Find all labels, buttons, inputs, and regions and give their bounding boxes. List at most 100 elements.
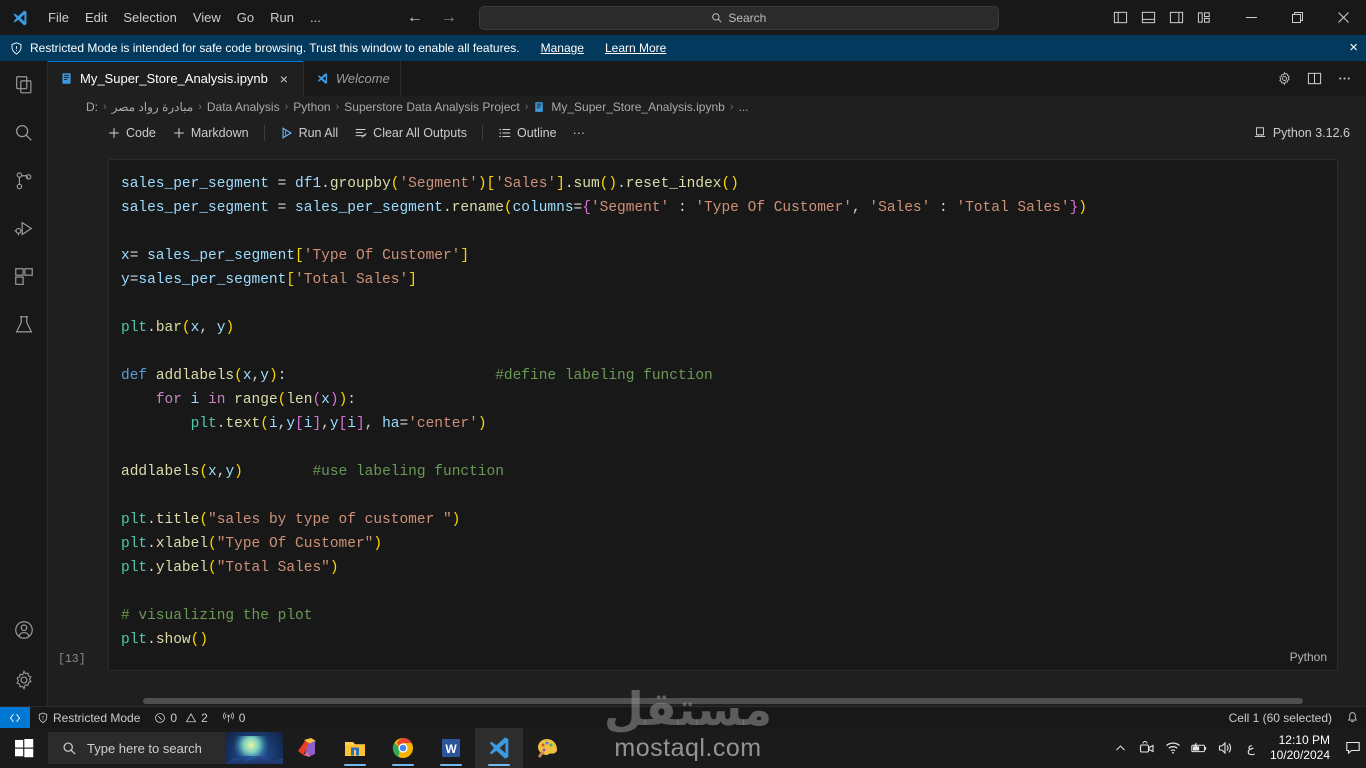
activity-search[interactable]	[0, 109, 48, 157]
menu-file[interactable]: File	[40, 6, 77, 30]
banner-learn-more-link[interactable]: Learn More	[605, 41, 666, 55]
activity-testing[interactable]	[0, 301, 48, 349]
taskbar-word-icon[interactable]: W	[427, 728, 475, 768]
activity-explorer[interactable]	[0, 61, 48, 109]
taskbar-office-icon[interactable]	[283, 728, 331, 768]
taskbar-paint-icon[interactable]	[523, 728, 571, 768]
window-restore-button[interactable]	[1274, 0, 1320, 35]
taskbar-clock[interactable]: 12:10 PM 10/20/2024	[1264, 728, 1340, 768]
status-restricted-mode[interactable]: Restricted Mode	[30, 707, 147, 729]
code-token: ()	[721, 176, 739, 192]
cell-language-badge[interactable]: Python	[1290, 650, 1327, 664]
clear-all-outputs-button[interactable]: Clear All Outputs	[347, 123, 474, 143]
code-line: for i in range(len(x)):	[121, 388, 1337, 412]
start-button[interactable]	[0, 728, 48, 768]
activity-extensions[interactable]	[0, 253, 48, 301]
outline-label: Outline	[516, 125, 557, 140]
search-icon	[712, 12, 722, 22]
tab-welcome[interactable]: Welcome	[303, 61, 401, 96]
chevron-right-icon: ›	[198, 101, 202, 113]
code-token: [	[286, 272, 296, 288]
menu-run[interactable]: Run	[262, 6, 302, 30]
window-close-button[interactable]	[1320, 0, 1366, 35]
code-token: )	[338, 392, 348, 408]
code-token: {	[582, 200, 591, 216]
volume-icon[interactable]	[1212, 728, 1238, 768]
show-hidden-icons-icon[interactable]	[1108, 728, 1134, 768]
banner-close-icon[interactable]: ×	[1349, 39, 1358, 57]
gear-icon	[15, 669, 32, 691]
status-ports[interactable]: 0	[215, 707, 253, 729]
split-editor-icon[interactable]	[1300, 65, 1328, 93]
taskbar-file-explorer-icon[interactable]	[331, 728, 379, 768]
breadcrumb-item-file[interactable]: My_Super_Store_Analysis.ipynb	[551, 100, 724, 114]
breadcrumb-item-project[interactable]: Superstore Data Analysis Project	[344, 100, 519, 114]
meet-now-icon[interactable]	[1134, 728, 1160, 768]
run-all-button[interactable]: Run All	[273, 123, 346, 143]
battery-charging-icon[interactable]	[1186, 728, 1212, 768]
code-token: 'Total Sales'	[956, 200, 1070, 216]
status-problems[interactable]: 0 2	[147, 707, 214, 729]
taskbar-chrome-icon[interactable]	[379, 728, 427, 768]
kernel-label: Python 3.12.6	[1272, 125, 1350, 140]
menu-edit[interactable]: Edit	[77, 6, 115, 30]
add-markdown-cell-button[interactable]: Markdown	[165, 123, 256, 143]
code-token: ]	[408, 272, 417, 288]
breadcrumb-item-folder-ar[interactable]: مبادرة رواد مصر	[112, 100, 194, 114]
cell-run-gutter[interactable]	[57, 160, 105, 670]
status-cell-selection[interactable]: Cell 1 (60 selected)	[1222, 707, 1339, 729]
menu-selection[interactable]: Selection	[115, 6, 184, 30]
language-indicator[interactable]: ع	[1238, 728, 1264, 768]
tab-notebook[interactable]: My_Super_Store_Analysis.ipynb ×	[48, 61, 304, 96]
menu-more[interactable]: ...	[302, 6, 329, 30]
menu-view[interactable]: View	[185, 6, 229, 30]
toolbar-more-button[interactable]: ···	[566, 123, 593, 143]
activity-settings[interactable]	[0, 654, 48, 706]
activity-accounts[interactable]	[0, 606, 48, 654]
taskbar-vscode-icon[interactable]	[475, 728, 523, 768]
code-token: .	[321, 176, 330, 192]
code-token: xlabel	[155, 536, 209, 552]
cell-code-editor[interactable]: sales_per_segment = df1.groupby('Segment…	[109, 160, 1337, 652]
notebook-icon	[62, 73, 71, 84]
code-cell[interactable]: sales_per_segment = df1.groupby('Segment…	[108, 159, 1338, 671]
activity-source-control[interactable]	[0, 157, 48, 205]
taskbar-search-box[interactable]: Type here to search	[48, 732, 283, 764]
cell-horizontal-scrollbar[interactable]	[108, 696, 1338, 706]
customize-layout-icon[interactable]	[1190, 3, 1218, 33]
breadcrumb-item-more[interactable]: ...	[738, 100, 748, 114]
menu-bar: File Edit Selection View Go Run ...	[40, 6, 329, 30]
notifications-icon[interactable]	[1340, 728, 1366, 768]
notebook-cell-wrapper: sales_per_segment = df1.groupby('Segment…	[58, 159, 1338, 706]
search-icon	[63, 741, 76, 755]
notebook-settings-icon[interactable]	[1270, 65, 1298, 93]
command-center-search[interactable]: Search	[478, 5, 999, 30]
toggle-secondary-sidebar-icon[interactable]	[1162, 3, 1190, 33]
scrollbar-thumb[interactable]	[143, 698, 1303, 704]
wifi-icon[interactable]	[1160, 728, 1186, 768]
code-token: groupby	[329, 176, 391, 192]
code-token: ,	[364, 416, 383, 432]
kernel-selector[interactable]: Python 3.12.6	[1247, 118, 1356, 147]
menu-go[interactable]: Go	[229, 6, 262, 30]
banner-manage-link[interactable]: Manage	[541, 41, 584, 55]
source-control-icon	[16, 172, 31, 190]
status-notifications[interactable]	[1339, 707, 1366, 729]
remote-indicator[interactable]	[0, 706, 30, 729]
more-actions-icon[interactable]	[1330, 65, 1358, 93]
code-token: =	[277, 176, 296, 192]
add-code-cell-button[interactable]: Code	[100, 123, 163, 143]
arrow-right-icon[interactable]: →	[441, 9, 457, 26]
breadcrumb-item-drive[interactable]: D:	[86, 100, 98, 114]
activity-run-debug[interactable]	[0, 205, 48, 253]
tab-close-icon[interactable]: ×	[275, 71, 293, 87]
outline-button[interactable]: Outline	[491, 123, 564, 143]
toggle-panel-icon[interactable]	[1134, 3, 1162, 33]
toggle-primary-sidebar-icon[interactable]	[1106, 3, 1134, 33]
window-minimize-button[interactable]	[1228, 0, 1274, 35]
breadcrumb-item-data-analysis[interactable]: Data Analysis	[207, 100, 280, 114]
arrow-left-icon[interactable]: ←	[407, 9, 423, 26]
breadcrumb-item-python[interactable]: Python	[293, 100, 330, 114]
